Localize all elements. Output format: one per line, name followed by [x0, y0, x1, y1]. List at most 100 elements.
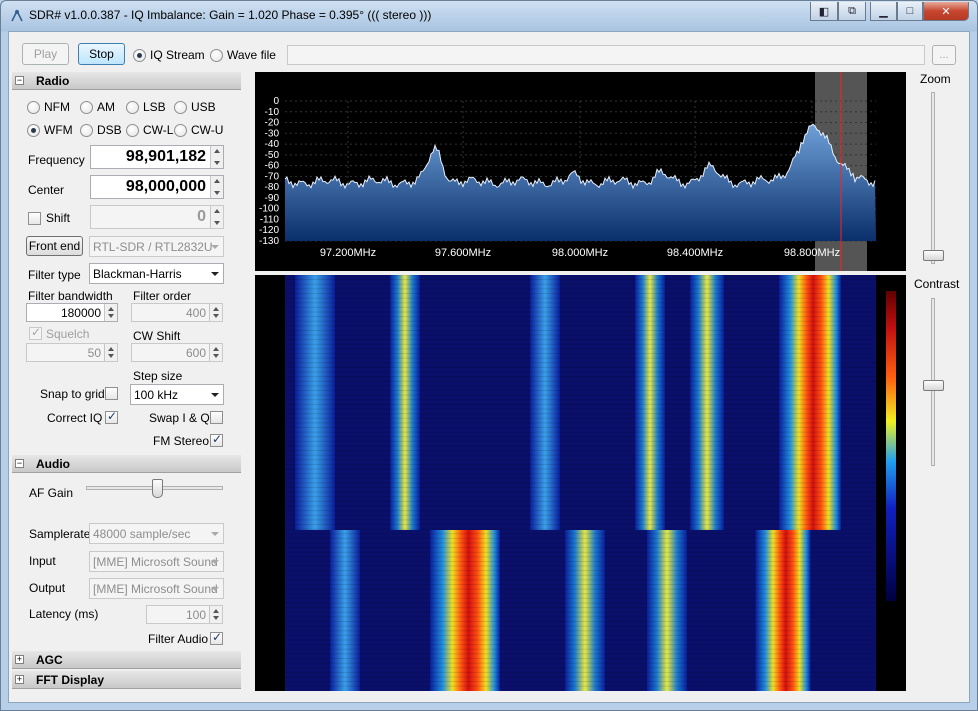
- mode-label-am: AM: [97, 100, 115, 114]
- maximize-icon: □: [906, 5, 914, 17]
- wave-file-label: Wave file: [227, 48, 276, 62]
- chevron-down-icon: [211, 560, 219, 564]
- chevron-down-icon: [211, 245, 219, 249]
- mode-radio-wfm[interactable]: [27, 124, 40, 137]
- mode-radio-am[interactable]: [80, 101, 93, 114]
- iq-stream-radio[interactable]: [133, 49, 146, 62]
- fm-stereo-checkbox[interactable]: [210, 432, 223, 447]
- output-device-select[interactable]: [MME] Microsoft Sound: [89, 578, 224, 599]
- radio-section-title: Radio: [36, 74, 70, 88]
- step-size-select[interactable]: 100 kHz: [130, 384, 224, 405]
- latency-label: Latency (ms): [29, 607, 99, 621]
- mode-radio-nfm[interactable]: [27, 101, 40, 114]
- contrast-slider-thumb[interactable]: [923, 380, 944, 392]
- db-tick-label: 0: [273, 96, 279, 107]
- shift-label: Shift: [46, 211, 71, 225]
- mode-radio-lsb[interactable]: [126, 101, 139, 114]
- wave-file-radio[interactable]: [210, 49, 223, 62]
- cw-shift-input[interactable]: 600: [131, 343, 223, 362]
- freq-tick-label: 98.800MHz: [784, 247, 840, 259]
- audio-section-header[interactable]: − Audio: [12, 455, 241, 473]
- waterfall-display[interactable]: [255, 275, 906, 691]
- freq-tick-label: 98.400MHz: [667, 247, 723, 259]
- snap-to-grid-checkbox[interactable]: [105, 387, 118, 400]
- squelch-input[interactable]: 50: [26, 343, 118, 362]
- front-end-select[interactable]: RTL-SDR / RTL2832U: [89, 236, 224, 257]
- fft-display-section-header[interactable]: + FFT Display: [12, 671, 241, 689]
- copy-button[interactable]: ⧉: [838, 2, 866, 21]
- filter-order-input[interactable]: 400: [131, 303, 223, 322]
- shift-input[interactable]: 0: [90, 205, 224, 229]
- waterfall-signal-band: [565, 530, 605, 691]
- shift-spinner-icon[interactable]: [210, 206, 223, 228]
- af-gain-slider-thumb[interactable]: [152, 479, 164, 498]
- squelch-checkbox[interactable]: [29, 325, 42, 340]
- swap-iq-checkbox[interactable]: [210, 411, 223, 424]
- app-icon: [11, 9, 23, 22]
- window-title: SDR# v1.0.0.387 - IQ Imbalance: Gain = 1…: [29, 8, 432, 22]
- mode-radio-cwl[interactable]: [126, 124, 139, 137]
- frequency-input[interactable]: 98,901,182: [90, 145, 224, 169]
- shift-value: 0: [197, 208, 206, 225]
- tile-icon: ◧: [818, 5, 830, 18]
- restore-tile-button[interactable]: ◧: [810, 2, 838, 21]
- zoom-slider-track[interactable]: [931, 92, 935, 264]
- latency-input[interactable]: 100: [146, 605, 223, 624]
- radio-section-header[interactable]: − Radio: [12, 72, 241, 90]
- db-tick-label: -80: [265, 182, 280, 193]
- frequency-label: Frequency: [28, 153, 85, 167]
- fm-stereo-label: FM Stereo: [153, 434, 210, 448]
- cw-shift-label: CW Shift: [133, 329, 181, 343]
- input-label: Input: [29, 554, 56, 568]
- mode-radio-cwu[interactable]: [174, 124, 187, 137]
- stop-button[interactable]: Stop: [78, 43, 125, 65]
- minimize-icon: ▁: [879, 5, 888, 18]
- shift-checkbox[interactable]: [28, 212, 41, 225]
- minimize-button[interactable]: ▁: [870, 2, 897, 21]
- samplerate-select[interactable]: 48000 sample/sec: [89, 523, 224, 544]
- center-input[interactable]: 98,000,000: [90, 175, 224, 199]
- agc-section-header[interactable]: + AGC: [12, 651, 241, 669]
- front-end-button[interactable]: Front end: [26, 236, 83, 256]
- wave-file-path-input[interactable]: [287, 45, 925, 65]
- close-button[interactable]: ✕: [923, 2, 969, 21]
- input-device-select[interactable]: [MME] Microsoft Sound: [89, 551, 224, 572]
- mode-label-usb: USB: [191, 100, 216, 114]
- filter-order-spinner-icon[interactable]: [209, 304, 222, 321]
- filter-type-label: Filter type: [28, 268, 81, 282]
- mode-label-lsb: LSB: [143, 100, 166, 114]
- mode-radio-dsb[interactable]: [80, 124, 93, 137]
- af-gain-label: AF Gain: [29, 486, 74, 500]
- cw-shift-value: 600: [185, 346, 206, 360]
- frequency-spinner-icon[interactable]: [210, 146, 223, 168]
- correct-iq-checkbox[interactable]: [105, 409, 118, 424]
- filter-bandwidth-input[interactable]: 180000: [26, 303, 118, 322]
- filter-bandwidth-label: Filter bandwidth: [28, 289, 113, 303]
- title-bar[interactable]: SDR# v1.0.0.387 - IQ Imbalance: Gain = 1…: [1, 1, 977, 31]
- play-button[interactable]: Play: [22, 43, 69, 65]
- spectrum-plot: 0-10-20-30-40-50-60-70-80-90-100-110-120…: [259, 72, 876, 271]
- db-tick-label: -120: [259, 225, 279, 236]
- latency-spinner-icon[interactable]: [209, 606, 222, 623]
- filter-type-select[interactable]: Blackman-Harris: [89, 263, 224, 284]
- freq-tick-label: 97.600MHz: [435, 247, 491, 259]
- browse-button[interactable]: ...: [932, 45, 956, 65]
- mode-label-cwl: CW-L: [143, 123, 174, 137]
- filter-audio-checkbox[interactable]: [210, 630, 223, 645]
- front-end-value: RTL-SDR / RTL2832U: [93, 240, 213, 254]
- spectrum-analyzer[interactable]: 0 -10 -20 -30 -40 -50 -60 -70 -80 -90 -100 -110 -120…: [255, 72, 906, 271]
- db-tick-label: -100: [259, 204, 279, 215]
- center-spinner-icon[interactable]: [210, 176, 223, 198]
- step-size-label: Step size: [133, 369, 183, 383]
- zoom-slider-thumb[interactable]: [923, 250, 944, 262]
- maximize-button[interactable]: □: [897, 2, 923, 21]
- db-tick-label: -50: [265, 150, 280, 161]
- collapse-icon: −: [15, 458, 24, 468]
- squelch-spinner-icon[interactable]: [104, 344, 117, 361]
- db-tick-label: -30: [265, 128, 280, 139]
- contrast-label: Contrast: [914, 277, 960, 291]
- filter-bandwidth-spinner-icon[interactable]: [104, 304, 117, 321]
- cw-shift-spinner-icon[interactable]: [209, 344, 222, 361]
- mode-radio-usb[interactable]: [174, 101, 187, 114]
- filter-order-value: 400: [185, 306, 206, 320]
